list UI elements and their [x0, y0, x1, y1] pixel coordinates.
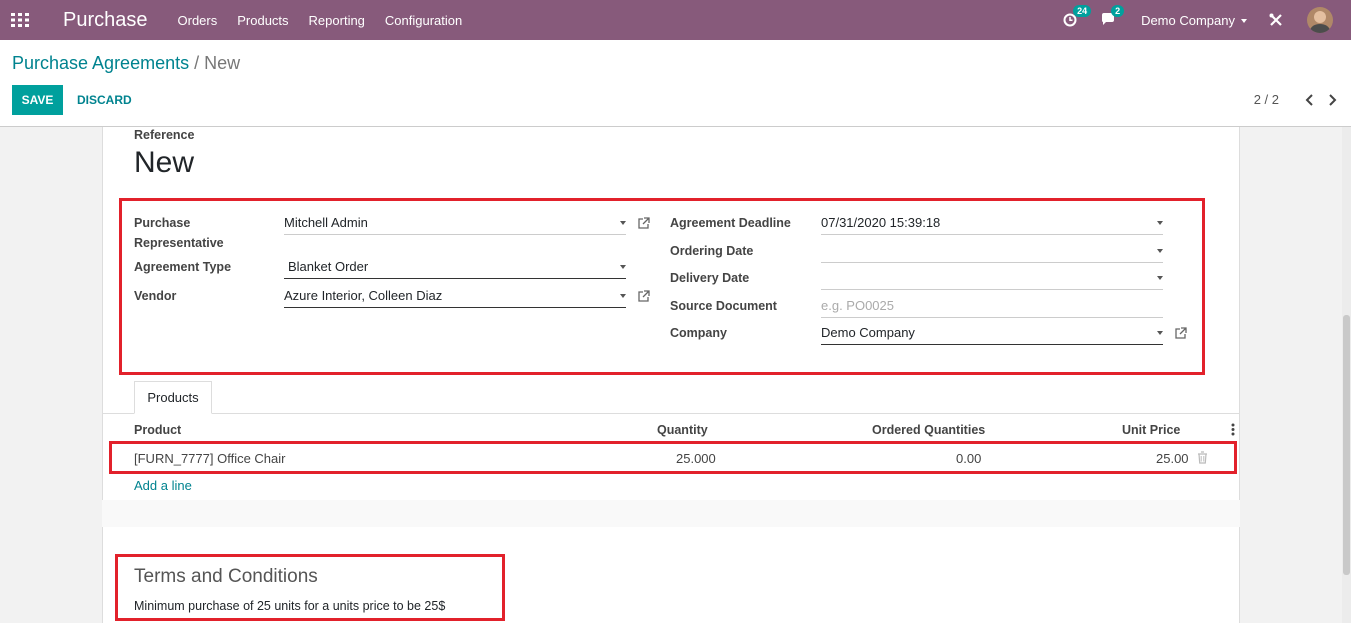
top-navbar: Purchase Orders Products Reporting Confi…: [0, 0, 1351, 40]
control-panel: Purchase Agreements / New SAVE DISCARD 2…: [0, 40, 1351, 127]
tab-products[interactable]: Products: [134, 381, 212, 414]
breadcrumb-current: New: [204, 53, 241, 73]
reference-label: Reference: [134, 128, 195, 142]
menu-configuration[interactable]: Configuration: [375, 13, 472, 28]
tab-divider: [102, 413, 1240, 414]
apps-menu-icon[interactable]: [0, 0, 40, 40]
list-footer: [102, 500, 1240, 527]
app-title[interactable]: Purchase: [63, 9, 148, 32]
messages-button[interactable]: 2: [1101, 5, 1125, 27]
column-product[interactable]: Product: [134, 423, 181, 437]
pager: 2 / 2: [1254, 92, 1337, 107]
breadcrumb-purchase-agreements[interactable]: Purchase Agreements: [12, 53, 189, 73]
user-avatar[interactable]: [1307, 7, 1333, 33]
column-ordered-quantities[interactable]: Ordered Quantities: [872, 423, 985, 437]
pager-value[interactable]: 2 / 2: [1254, 92, 1279, 107]
navbar-systray: 24 2 Demo Company: [1063, 0, 1351, 40]
activity-button[interactable]: 24: [1063, 5, 1092, 27]
menu-orders[interactable]: Orders: [168, 13, 228, 28]
discard-button[interactable]: DISCARD: [70, 85, 139, 115]
highlight-terms: [115, 554, 505, 621]
company-switcher-label: Demo Company: [1141, 12, 1235, 28]
column-quantity[interactable]: Quantity: [657, 423, 708, 437]
column-options-icon[interactable]: [1230, 423, 1236, 436]
chevron-down-icon: [1241, 19, 1247, 24]
debug-tools-icon[interactable]: [1269, 13, 1283, 27]
column-unit-price[interactable]: Unit Price: [1122, 423, 1180, 437]
add-line-link[interactable]: Add a line: [134, 478, 192, 493]
main-menu: Orders Products Reporting Configuration: [168, 13, 473, 28]
menu-reporting[interactable]: Reporting: [299, 13, 375, 28]
page-scrollbar[interactable]: [1342, 127, 1351, 623]
save-button[interactable]: SAVE: [12, 85, 63, 115]
chevron-right-icon[interactable]: [1327, 93, 1337, 106]
highlight-form-fields: [119, 198, 1205, 375]
breadcrumb: Purchase Agreements / New: [12, 53, 240, 74]
messages-badge: 2: [1111, 5, 1125, 17]
chevron-left-icon[interactable]: [1305, 93, 1315, 106]
scrollbar-thumb[interactable]: [1343, 315, 1350, 575]
highlight-product-line: [109, 441, 1237, 474]
company-switcher[interactable]: Demo Company: [1141, 13, 1247, 28]
activity-badge: 24: [1073, 5, 1092, 17]
breadcrumb-separator: /: [194, 53, 200, 73]
reference-title: New: [134, 146, 195, 179]
menu-products[interactable]: Products: [227, 13, 298, 28]
